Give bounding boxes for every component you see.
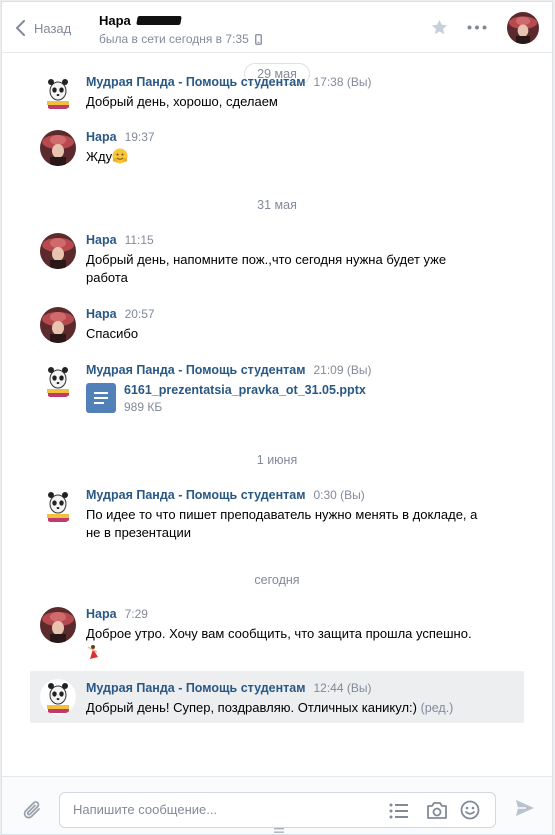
peer-status-label: была в сети сегодня в 7:35 [99,32,249,46]
message-body: Жду [86,148,524,166]
message-selected[interactable]: Мудрая Панда - Помощь студентам 12:44 (В… [30,671,524,723]
message[interactable]: Мудрая Панда - Помощь студентам 21:09 (В… [30,357,524,414]
message-text: Жду [86,149,113,164]
message-time[interactable]: 17:38 (Вы) [313,75,371,89]
peer-name[interactable]: Нара [99,13,182,28]
camera-icon[interactable] [426,801,448,820]
star-icon[interactable] [430,18,449,37]
message-time[interactable]: 19:37 [125,130,155,144]
chat-window: Назад Нара была в сети сегодня в 7:35 29… [1,1,553,835]
back-button[interactable]: Назад [16,18,71,38]
chat-header: Назад Нара была в сети сегодня в 7:35 [2,2,552,53]
peer-name-label: Нара [99,13,131,28]
message[interactable]: Мудрая Панда - Помощь студентам 0:30 (Вы… [30,482,524,542]
message-body: Добрый день! Супер, поздравляю. Отличных… [86,699,524,717]
document-icon[interactable] [86,383,116,413]
mobile-icon [254,33,262,45]
chevron-left-icon [16,20,25,36]
message-input-box[interactable] [59,792,496,828]
peer-avatar[interactable] [40,307,76,343]
message-text: Доброе утро. Хочу вам сообщить, что защи… [86,626,472,641]
peer-avatar[interactable] [507,12,539,44]
paperclip-icon[interactable] [23,799,43,821]
message-history: 29 мая Мудрая Панда - Помощь студентам 1… [2,53,552,777]
panda-avatar[interactable] [40,363,76,399]
message-author[interactable]: Нара [86,607,117,621]
composer [2,776,552,834]
date-separator: 31 мая [2,198,552,212]
message[interactable]: Нара 20:57 Спасибо [30,301,524,343]
message-author[interactable]: Мудрая Панда - Помощь студентам [86,363,305,377]
file-name[interactable]: 6161_prezentatsia_pravka_ot_31.05.pptx [124,383,366,398]
message-time[interactable]: 11:15 [125,233,154,247]
peer-status: была в сети сегодня в 7:35 [99,32,262,46]
peer-avatar[interactable] [40,607,76,643]
send-icon[interactable] [514,798,536,818]
message-time[interactable]: 12:44 (Вы) [313,681,371,695]
date-label: сегодня [254,573,300,587]
file-size: 989 КБ [124,400,163,414]
message-author[interactable]: Мудрая Панда - Помощь студентам [86,488,305,502]
message[interactable]: Нара 7:29 Доброе утро. Хочу вам сообщить… [30,601,524,662]
message-author[interactable]: Мудрая Панда - Помощь студентам [86,681,305,695]
message-text: Спасибо [86,326,139,341]
message-time[interactable]: 20:57 [125,307,155,321]
message-author[interactable]: Нара [86,233,117,247]
message-time[interactable]: 7:29 [125,607,148,621]
message-time[interactable]: 21:09 (Вы) [313,363,371,377]
message-author[interactable]: Нара [86,307,117,321]
smile-icon[interactable] [460,800,480,820]
message-input[interactable] [73,802,373,817]
message-text: Добрый день, напомните пож.,что сегодня … [86,252,447,285]
date-separator: 1 июня [2,453,552,467]
peer-avatar[interactable] [40,233,76,269]
message-author[interactable]: Нара [86,130,117,144]
message-text: По идее то что пишет преподаватель нужно… [86,507,478,540]
dancer-emoji-icon [87,645,98,659]
peer-avatar[interactable] [40,130,76,166]
panda-avatar[interactable] [40,75,76,111]
hug-emoji-icon [112,148,128,164]
date-label: 31 мая [257,198,297,212]
resize-grip-icon[interactable] [274,828,284,834]
date-separator: сегодня [2,573,552,587]
message[interactable]: Мудрая Панда - Помощь студентам 17:38 (В… [30,69,524,111]
back-label: Назад [34,20,72,36]
date-label: 1 июня [256,453,298,467]
panda-avatar[interactable] [40,488,76,524]
list-icon[interactable] [389,803,409,819]
redacted-surname [136,16,182,25]
message-author[interactable]: Мудрая Панда - Помощь студентам [86,75,305,89]
message[interactable]: Нара 11:15 Добрый день, напомните пож.,ч… [30,227,524,287]
message[interactable]: Нара 19:37 Жду [30,124,524,166]
message-time[interactable]: 0:30 (Вы) [313,488,364,502]
more-icon[interactable] [467,25,487,30]
panda-avatar[interactable] [40,679,76,715]
file-attachment[interactable]: 6161_prezentatsia_pravka_ot_31.05.pptx 9… [86,383,524,414]
message-text: Добрый день, хорошо, сделаем [86,94,278,109]
edited-label: (ред.) [420,701,454,715]
message-text: Добрый день! Супер, поздравляю. Отличных… [86,700,417,715]
